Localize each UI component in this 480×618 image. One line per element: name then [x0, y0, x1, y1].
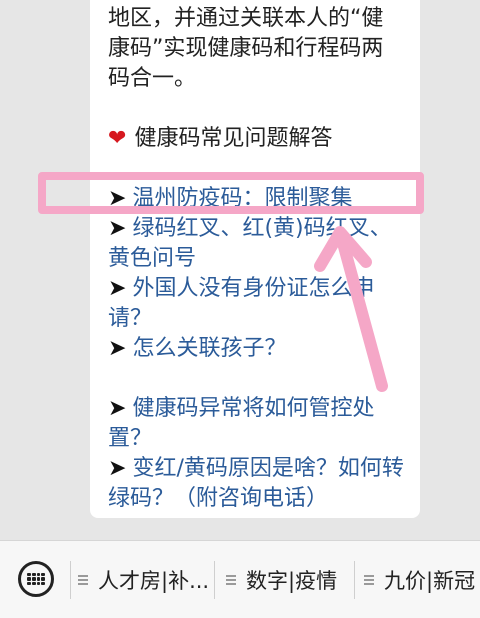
arrow-icon: ➤	[108, 456, 127, 481]
intro-line: 康码”实现健康码和行程码两	[108, 36, 384, 61]
intro-line: 码合一。	[108, 66, 197, 91]
menu-lines-icon	[78, 573, 88, 587]
chat-area[interactable]: 地区，并通过关联本人的“健 康码”实现健康码和行程码两 码合一。 ❤ 健康码常见问…	[0, 0, 480, 540]
arrow-icon: ➤	[108, 276, 127, 301]
faq-link-red-cross[interactable]: ➤ 绿码红叉、红(黄)码红叉、	[108, 214, 392, 244]
menu-lines-icon	[226, 573, 236, 587]
faq-link-foreigner-cont[interactable]: 请？	[108, 304, 152, 334]
bottom-menu-bar: 人才房|补... 数字|疫情 九价|新冠	[0, 540, 480, 618]
faq-link-text[interactable]: 怎么关联孩子？	[132, 336, 286, 361]
faq-link-red-cross-cont[interactable]: 黄色问号	[108, 244, 196, 274]
screen: 地区，并通过关联本人的“健 康码”实现健康码和行程码两 码合一。 ❤ 健康码常见问…	[0, 0, 480, 618]
faq-link-child[interactable]: ➤ 怎么关联孩子？	[108, 334, 286, 364]
menu-tab-label: 数字|疫情	[246, 569, 338, 593]
faq-link-foreigner[interactable]: ➤ 外国人没有身份证怎么申	[108, 274, 374, 304]
menu-tab-label: 九价|新冠	[384, 569, 476, 593]
arrow-icon: ➤	[108, 396, 127, 421]
heart-icon: ❤	[108, 126, 127, 151]
menu-tab-label: 人才房|补...	[98, 569, 210, 593]
menu-tab-digital[interactable]: 数字|疫情	[226, 565, 337, 595]
faq-link-text[interactable]: 健康码异常将如何管控处	[132, 396, 374, 421]
menu-tab-talent[interactable]: 人才房|补...	[78, 565, 209, 595]
arrow-icon: ➤	[108, 216, 127, 241]
message-bubble: 地区，并通过关联本人的“健 康码”实现健康码和行程码两 码合一。 ❤ 健康码常见问…	[90, 0, 420, 518]
intro-line: 地区，并通过关联本人的“健	[108, 6, 384, 31]
faq-heading: ❤ 健康码常见问题解答	[108, 124, 332, 154]
arrow-icon: ➤	[108, 336, 127, 361]
menu-tab-vaccine[interactable]: 九价|新冠	[364, 565, 475, 595]
faq-link-reason-cont[interactable]: 绿码？（附咨询电话）	[108, 484, 328, 514]
menu-lines-icon	[364, 573, 374, 587]
faq-link-abnormal-cont[interactable]: 置？	[108, 424, 152, 454]
faq-link-text[interactable]: 变红/黄码原因是啥？如何转	[132, 456, 403, 481]
faq-link-text[interactable]: 绿码红叉、红(黄)码红叉、	[132, 216, 391, 241]
tab-divider	[214, 561, 215, 599]
faq-link-abnormal[interactable]: ➤ 健康码异常将如何管控处	[108, 394, 374, 424]
faq-link-text[interactable]: 外国人没有身份证怎么申	[132, 276, 374, 301]
tab-divider	[354, 561, 355, 599]
faq-heading-text: 健康码常见问题解答	[134, 126, 333, 151]
tab-divider	[70, 561, 71, 599]
highlight-box	[38, 172, 424, 214]
keyboard-icon[interactable]	[18, 561, 54, 597]
faq-link-reason[interactable]: ➤ 变红/黄码原因是啥？如何转	[108, 454, 404, 484]
